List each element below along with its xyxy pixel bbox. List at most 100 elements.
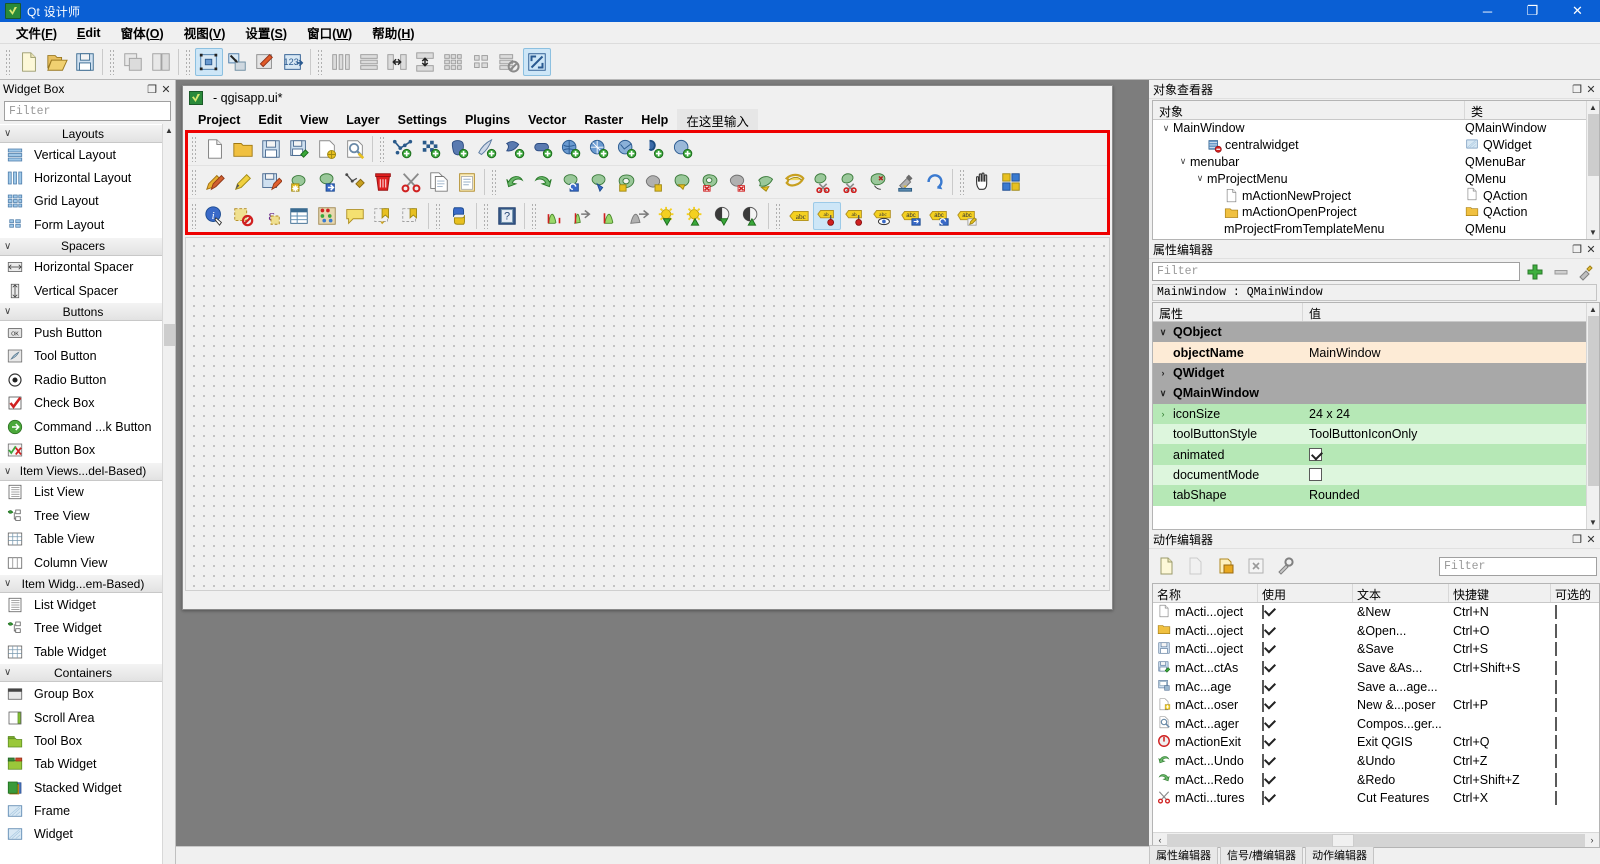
action-row[interactable]: mActi...oject &New Ctrl+N [1153, 603, 1599, 622]
toolbar-grip[interactable] [317, 48, 324, 75]
widget-item[interactable]: Radio Button [0, 368, 162, 392]
action-text[interactable]: Cut Features [1353, 791, 1449, 805]
column-header-object[interactable]: 对象 [1153, 101, 1465, 119]
new-form-button[interactable] [15, 48, 43, 76]
save-layer-edits-button[interactable] [257, 168, 285, 196]
property-editor-scrollbar[interactable]: ▲ ▼ [1586, 303, 1599, 529]
action-table-hscrollbar[interactable]: ‹ › [1153, 832, 1599, 847]
add-delimited-text-button[interactable] [641, 135, 669, 163]
show-bookmarks-button[interactable] [397, 202, 425, 230]
raster-stretch-extent-button[interactable] [569, 202, 597, 230]
action-row[interactable]: mActionExit Exit QGIS Ctrl+Q [1153, 733, 1599, 752]
delete-part-button[interactable] [725, 168, 753, 196]
add-property-button[interactable] [1523, 263, 1547, 281]
action-shortcut[interactable]: Ctrl+P [1449, 698, 1551, 712]
property-row[interactable]: ∨ QObject [1153, 322, 1586, 343]
widget-item[interactable]: Tree Widget [0, 616, 162, 641]
property-row[interactable]: › iconSize 24 x 24 [1153, 403, 1586, 424]
scrollbar-thumb[interactable] [1588, 316, 1599, 486]
scrollbar-thumb[interactable] [1588, 114, 1599, 176]
property-row[interactable]: animated [1153, 444, 1586, 465]
widget-item[interactable]: Column View [0, 550, 162, 575]
column-header-name[interactable]: 名称 [1153, 584, 1258, 602]
fill-ring-button[interactable] [669, 168, 697, 196]
property-row[interactable]: tabShape Rounded [1153, 485, 1586, 506]
action-used-checkbox[interactable] [1262, 661, 1264, 676]
column-header-checkable[interactable]: 可选的 [1551, 584, 1599, 602]
widget-box-close-button[interactable]: ✕ [159, 82, 173, 96]
offset-curve-button[interactable] [781, 168, 809, 196]
property-row[interactable]: objectName MainWindow [1153, 342, 1586, 363]
increase-contrast-button[interactable] [709, 202, 737, 230]
widget-item[interactable]: Button Box [0, 438, 162, 462]
group-twisty-icon[interactable]: ∨ [1153, 388, 1173, 399]
split-parts-button[interactable] [837, 168, 865, 196]
add-wcs-layer-button[interactable] [585, 135, 613, 163]
raster-full-extent-button[interactable] [625, 202, 653, 230]
toolbar-grip[interactable] [531, 202, 538, 229]
deselect-features-button[interactable] [229, 202, 257, 230]
add-oracle-layer-button[interactable] [529, 135, 557, 163]
action-checkable-checkbox[interactable] [1555, 791, 1557, 806]
property-row[interactable]: ∨ QMainWindow [1153, 383, 1586, 404]
widget-item[interactable]: Scroll Area [0, 705, 162, 730]
widget-category-spacers[interactable]: ∨ Spacers [0, 236, 162, 256]
object-tree-row[interactable]: centralwidget QWidget [1153, 137, 1586, 154]
dock-tab[interactable]: 属性编辑器 [1149, 845, 1218, 864]
tile-button[interactable] [147, 48, 175, 76]
form-menu-vector[interactable]: Vector [519, 111, 575, 129]
add-mssql-layer-button[interactable] [501, 135, 529, 163]
scroll-down-icon[interactable]: ▼ [1587, 226, 1599, 239]
field-calculator-button[interactable] [313, 202, 341, 230]
property-table[interactable]: 属性 值 ∨ QObject objectName MainWindow › QWidge… [1153, 303, 1586, 529]
add-raster-layer-button[interactable] [417, 135, 445, 163]
group-twisty-icon[interactable]: ∨ [1153, 327, 1173, 338]
python-console-button[interactable] [445, 202, 473, 230]
select-by-expression-button[interactable]: ε [257, 202, 285, 230]
action-checkable-checkbox[interactable] [1555, 735, 1557, 750]
pan-map-button[interactable] [969, 168, 997, 196]
toolbar-grip[interactable] [379, 136, 386, 162]
form-menu-placeholder[interactable]: 在这里输入 [677, 108, 758, 132]
layout-splitter-v-button[interactable] [411, 48, 439, 76]
edit-action-button[interactable] [1272, 552, 1300, 580]
action-checkable-checkbox[interactable] [1555, 679, 1557, 694]
action-row[interactable]: mActi...tures Cut Features Ctrl+X [1153, 789, 1599, 808]
form-central-widget[interactable] [185, 237, 1110, 591]
add-part-button[interactable] [641, 168, 669, 196]
add-ring-button[interactable] [613, 168, 641, 196]
action-used-checkbox[interactable] [1262, 642, 1264, 657]
close-button[interactable]: ✕ [1555, 0, 1600, 22]
action-checkable-checkbox[interactable] [1555, 772, 1557, 787]
tree-twisty-icon[interactable]: ∨ [1159, 123, 1173, 134]
layout-grid-button[interactable] [439, 48, 467, 76]
widget-category-layouts[interactable]: ∨ Layouts [0, 124, 162, 143]
action-used-checkbox[interactable] [1262, 716, 1264, 731]
merge-features-button[interactable] [865, 168, 893, 196]
widget-item[interactable]: Tool Button [0, 344, 162, 369]
form-menu-project[interactable]: Project [189, 111, 249, 129]
widget-item[interactable]: Widget [0, 822, 162, 847]
action-text[interactable]: &New [1353, 605, 1449, 619]
add-feature-button[interactable] [285, 168, 313, 196]
map-tips-button[interactable] [341, 202, 369, 230]
action-checkable-checkbox[interactable] [1555, 716, 1557, 731]
action-row[interactable]: mAct...ctAs Save &As... Ctrl+Shift+S [1153, 659, 1599, 678]
widget-item[interactable]: Table Widget [0, 640, 162, 664]
scroll-up-icon[interactable]: ▲ [163, 124, 175, 137]
hscroll-track[interactable] [1167, 833, 1585, 847]
action-text[interactable]: &Open... [1353, 624, 1449, 638]
layout-form-button[interactable] [467, 48, 495, 76]
action-shortcut[interactable]: Ctrl+Z [1449, 754, 1551, 768]
action-row[interactable]: mAc...age Save a...age... [1153, 677, 1599, 696]
property-editor-float-button[interactable]: ❐ [1570, 243, 1584, 256]
action-text[interactable]: &Undo [1353, 754, 1449, 768]
action-used-checkbox[interactable] [1262, 698, 1264, 713]
action-used-checkbox[interactable] [1262, 605, 1264, 620]
new-action-button[interactable] [1152, 552, 1180, 580]
widget-item[interactable]: Tree View [0, 504, 162, 528]
action-row[interactable]: mAct...ager Compos...ger... [1153, 715, 1599, 734]
action-text[interactable]: New &...poser [1353, 698, 1449, 712]
action-used-checkbox[interactable] [1262, 772, 1264, 787]
widget-item[interactable]: Horizontal Spacer [0, 255, 162, 279]
